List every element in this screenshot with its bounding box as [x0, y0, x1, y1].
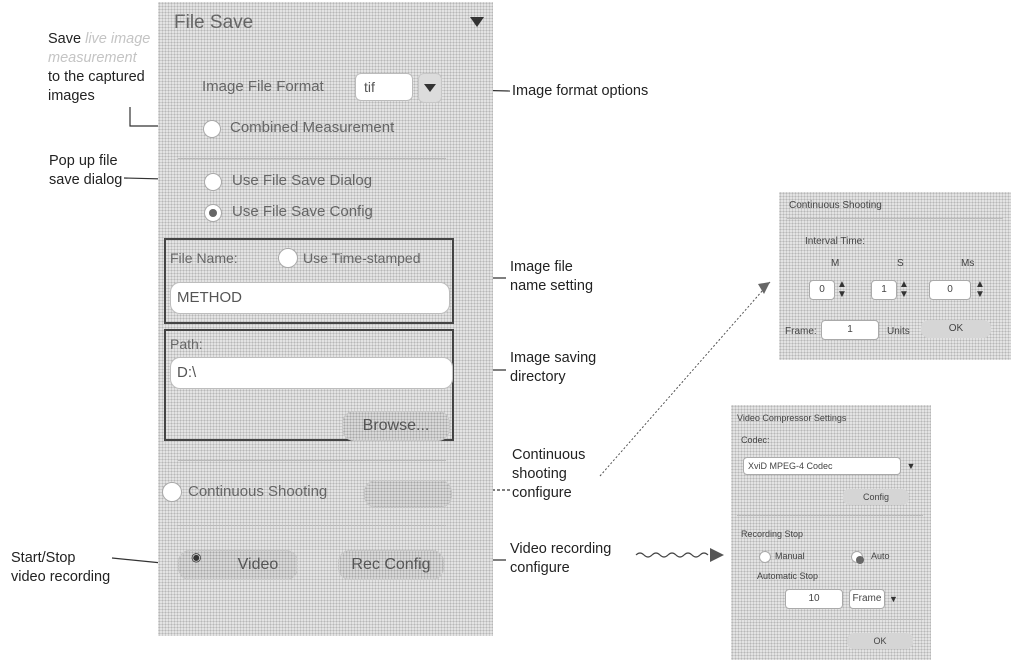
milliseconds-input[interactable]: 0: [929, 280, 971, 300]
leader-to-video-dialog-arrow: [710, 548, 724, 562]
divider: [737, 515, 923, 516]
image-format-label: Image File Format: [202, 78, 324, 95]
file-name-input[interactable]: METHOD: [170, 282, 450, 314]
divider: [787, 218, 1003, 219]
collapse-triangle-icon[interactable]: [470, 17, 484, 27]
units-label: Units: [887, 326, 910, 337]
chevron-down-icon: [424, 84, 436, 92]
annotation-start-stop: Start/Stop video recording: [11, 549, 110, 587]
annotation-text: images: [48, 88, 95, 104]
continuous-shooting-label: Continuous Shooting: [188, 483, 328, 500]
continuous-shooting-config-button[interactable]: [364, 480, 452, 508]
automatic-stop-unit-select[interactable]: Frame: [849, 589, 885, 609]
codec-dropdown-icon[interactable]: ▼: [903, 457, 919, 475]
combined-measurement-radio[interactable]: [203, 120, 221, 138]
annotation-text-faded: measurement: [48, 50, 137, 66]
annotation-image-file-name: Image file name setting: [510, 258, 593, 296]
manual-stop-radio[interactable]: [759, 551, 771, 563]
path-label: Path:: [170, 336, 203, 352]
annotation-text: save dialog: [49, 172, 123, 188]
annotation-text: configure: [510, 560, 570, 576]
annotation-text: Pop up file: [49, 153, 118, 169]
annotation-image-format: Image format options: [512, 82, 648, 101]
use-time-stamped-label: Use Time-stamped: [303, 250, 421, 266]
minutes-input[interactable]: 0: [809, 280, 835, 300]
path-group: Path: D:\ Browse...: [164, 329, 454, 441]
video-dialog-title: Video Compressor Settings: [737, 413, 847, 423]
use-file-save-config-label: Use File Save Config: [232, 203, 373, 220]
recording-stop-label: Recording Stop: [741, 529, 804, 539]
panel-title: File Save: [174, 12, 254, 33]
video-compressor-dialog: Video Compressor Settings Codec: XviD MP…: [731, 405, 931, 660]
video-button-label: Video: [237, 556, 279, 573]
annotation-text: video recording: [11, 569, 111, 585]
annotation-text: directory: [510, 369, 566, 385]
continuous-shooting-radio[interactable]: [162, 482, 182, 502]
auto-stop-label: Auto: [871, 551, 890, 561]
annotation-continuous-shooting: Continuous shooting configure: [512, 446, 585, 503]
continuous-dialog-title: Continuous Shooting: [789, 200, 882, 211]
annotation-text: shooting: [512, 466, 567, 482]
divider: [178, 525, 446, 526]
continuous-ok-button[interactable]: OK: [921, 320, 991, 338]
seconds-column-label: S: [897, 258, 904, 269]
seconds-spinner-icon[interactable]: ▲ ▼: [899, 280, 909, 300]
annotation-text-faded: live image: [85, 31, 151, 47]
seconds-input[interactable]: 1: [871, 280, 897, 300]
rec-config-button[interactable]: Rec Config: [338, 550, 444, 580]
manual-stop-label: Manual: [775, 551, 805, 561]
browse-button[interactable]: Browse...: [342, 411, 450, 441]
frame-input[interactable]: 1: [821, 320, 879, 340]
automatic-stop-label: Automatic Stop: [757, 571, 819, 581]
annotation-text: Save: [48, 31, 82, 47]
annotation-text: Image format options: [512, 83, 649, 99]
video-record-button[interactable]: ◉ Video: [178, 550, 298, 580]
annotation-saving-directory: Image saving directory: [510, 349, 596, 387]
annotation-text: Image file: [510, 259, 573, 275]
divider: [178, 460, 446, 461]
frame-label: Frame:: [785, 326, 817, 337]
auto-stop-radio[interactable]: [851, 551, 864, 564]
image-format-select[interactable]: tif: [355, 73, 413, 101]
annotation-text: Video recording: [510, 541, 612, 557]
use-file-save-dialog-label: Use File Save Dialog: [232, 172, 373, 189]
milliseconds-spinner-icon[interactable]: ▲ ▼: [975, 280, 985, 300]
combined-measurement-label: Combined Measurement: [230, 119, 395, 136]
annotation-text: to the captured: [48, 69, 145, 85]
annotation-text: Start/Stop: [11, 550, 76, 566]
image-format-dropdown-button[interactable]: [418, 73, 442, 103]
unit-dropdown-icon[interactable]: ▼: [889, 589, 903, 609]
interval-time-label: Interval Time:: [805, 236, 866, 247]
divider: [737, 619, 923, 620]
record-icon: ◉: [191, 550, 202, 564]
codec-label: Codec:: [741, 435, 770, 445]
use-file-save-dialog-radio[interactable]: [204, 173, 222, 191]
leader-to-video-dialog: [635, 552, 709, 558]
annotation-save-measurement: Save live image measurement to the captu…: [48, 30, 150, 106]
path-input[interactable]: D:\: [170, 357, 453, 389]
video-ok-button[interactable]: OK: [847, 633, 913, 649]
annotation-text: Image saving: [510, 350, 597, 366]
annotation-video-config: Video recording configure: [510, 540, 611, 578]
annotation-popup-dialog: Pop up file save dialog: [49, 152, 122, 190]
divider: [178, 158, 446, 159]
use-file-save-config-radio[interactable]: [204, 204, 222, 222]
minutes-column-label: M: [831, 258, 840, 269]
codec-config-button[interactable]: Config: [843, 489, 909, 505]
file-name-group: File Name: Use Time-stamped METHOD: [164, 238, 454, 324]
continuous-shooting-dialog: Continuous Shooting Interval Time: M S M…: [779, 192, 1011, 360]
annotation-text: configure: [512, 485, 572, 501]
leader-to-continuous-dialog-arrow: [758, 282, 770, 294]
use-time-stamped-radio[interactable]: [278, 248, 298, 268]
minutes-spinner-icon[interactable]: ▲ ▼: [837, 280, 847, 300]
milliseconds-column-label: Ms: [961, 258, 975, 269]
codec-select[interactable]: XviD MPEG-4 Codec: [743, 457, 901, 475]
automatic-stop-input[interactable]: 10: [785, 589, 843, 609]
annotation-text: name setting: [510, 278, 594, 294]
file-save-panel: File Save Image File Format tif Combined…: [158, 2, 493, 636]
annotation-text: Continuous: [512, 447, 586, 463]
file-name-label: File Name:: [170, 250, 238, 266]
